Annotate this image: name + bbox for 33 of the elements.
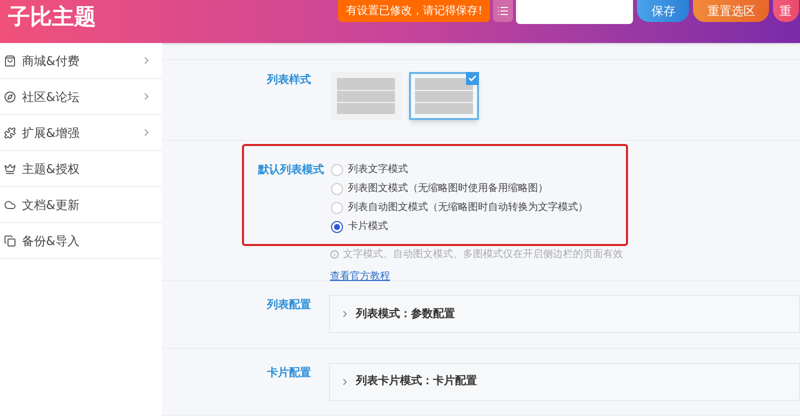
hint-text: 文字模式、自动图文模式、多图模式仅在开启侧边栏的页面有效 (343, 248, 623, 262)
sidebar-item[interactable]: 社区&论坛 (0, 79, 162, 115)
style-option[interactable] (409, 72, 479, 120)
tutorial-link[interactable]: 查看官方教程 (330, 271, 390, 282)
copy-icon (4, 234, 16, 246)
site-title: 子比主题 (8, 4, 97, 32)
list-icon[interactable] (493, 0, 514, 22)
info-icon (330, 250, 339, 259)
accordion-panel[interactable]: 列表模式：参数配置 (329, 295, 800, 333)
bag-icon (4, 54, 16, 66)
sidebar-item[interactable]: 备份&导入 (0, 223, 162, 259)
compass-icon (4, 90, 16, 102)
field-label: 列表样式 (266, 72, 312, 88)
style-option[interactable] (331, 72, 401, 120)
field-label: 默认列表模式 (256, 162, 324, 178)
radio-button[interactable] (331, 220, 343, 232)
sidebar-item[interactable]: 文档&更新 (0, 187, 162, 223)
radio-label: 列表图文模式（无缩略图时使用备用缩略图） (348, 182, 548, 196)
radio-label: 列表自动图文模式（无缩略图时自动转换为文字模式） (348, 200, 588, 215)
crown-icon (4, 162, 16, 174)
field-label: 列表配置 (266, 297, 312, 313)
accordion-panel[interactable]: 列表卡片模式：卡片配置 (329, 362, 800, 400)
puzzle-icon (4, 126, 16, 138)
search-field[interactable] (516, 0, 634, 24)
field-label: 卡片配置 (266, 364, 312, 380)
cloud-icon (4, 198, 16, 210)
radio-label: 列表文字模式 (348, 162, 408, 177)
radio-label: 卡片模式 (348, 220, 388, 234)
sidebar-item[interactable]: 扩展&增强 (0, 115, 162, 151)
sidebar-item[interactable]: 商城&付费 (0, 43, 162, 79)
check-icon (466, 72, 479, 86)
unsaved-notice: 有设置已修改，请记得保存! (338, 0, 490, 22)
sidebar-item[interactable]: 主题&授权 (0, 151, 162, 187)
